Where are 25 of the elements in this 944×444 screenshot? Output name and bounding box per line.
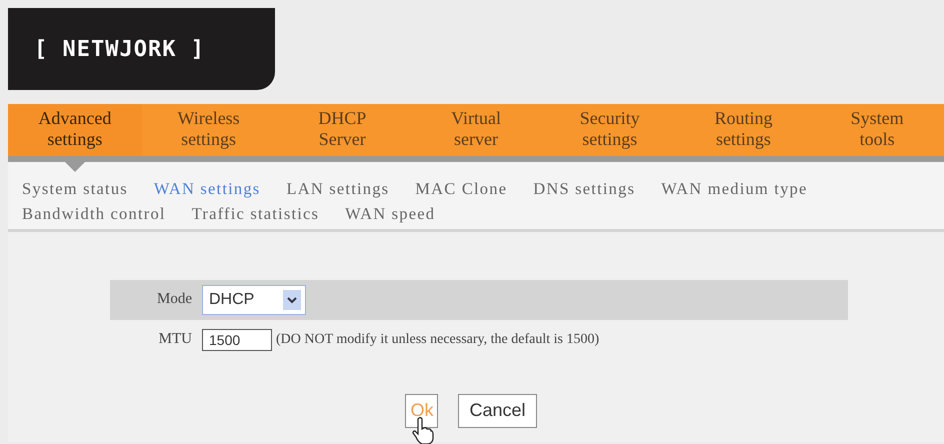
field-label: MTU bbox=[158, 330, 193, 350]
field-label: Mode bbox=[156, 290, 193, 310]
cancel-button[interactable]: Cancel bbox=[458, 394, 537, 428]
section-label: [ NETWJORK ] bbox=[8, 8, 275, 90]
sub-nav-link[interactable]: WAN speed bbox=[345, 202, 436, 226]
nav-tab[interactable]: Advanced settings bbox=[8, 104, 142, 172]
nav-tab[interactable]: Wireless settings bbox=[142, 104, 276, 172]
sub-nav-link[interactable]: WAN medium type bbox=[661, 177, 808, 202]
selection-pointer-icon bbox=[64, 162, 85, 172]
sub-nav-link[interactable]: Bandwidth control bbox=[22, 202, 166, 226]
mtu-input[interactable]: 1500 bbox=[202, 328, 272, 350]
sub-nav-link[interactable]: System status bbox=[22, 177, 128, 202]
nav-tab[interactable]: Security settings bbox=[542, 104, 677, 172]
sub-nav-link[interactable]: DNS settings bbox=[533, 177, 636, 202]
nav-tab[interactable]: DHCP Server bbox=[275, 104, 410, 172]
hint-text: (DO NOT modify it unless necessary, the default is 1500) bbox=[276, 331, 600, 349]
nav-tab[interactable]: Routing settings bbox=[676, 104, 810, 172]
sub-nav-link[interactable]: WAN settings bbox=[154, 177, 260, 202]
mode-dropdown[interactable]: DHCP bbox=[202, 284, 306, 314]
sub-nav-link[interactable]: Traffic statistics bbox=[192, 202, 320, 226]
sub-nav-link[interactable]: MAC Clone bbox=[415, 177, 508, 202]
nav-tab[interactable]: Virtual server bbox=[409, 104, 543, 172]
hand-cursor-icon bbox=[412, 416, 434, 444]
nav-tab[interactable]: System tools bbox=[810, 104, 944, 172]
sub-nav-link[interactable]: LAN settings bbox=[286, 177, 390, 202]
